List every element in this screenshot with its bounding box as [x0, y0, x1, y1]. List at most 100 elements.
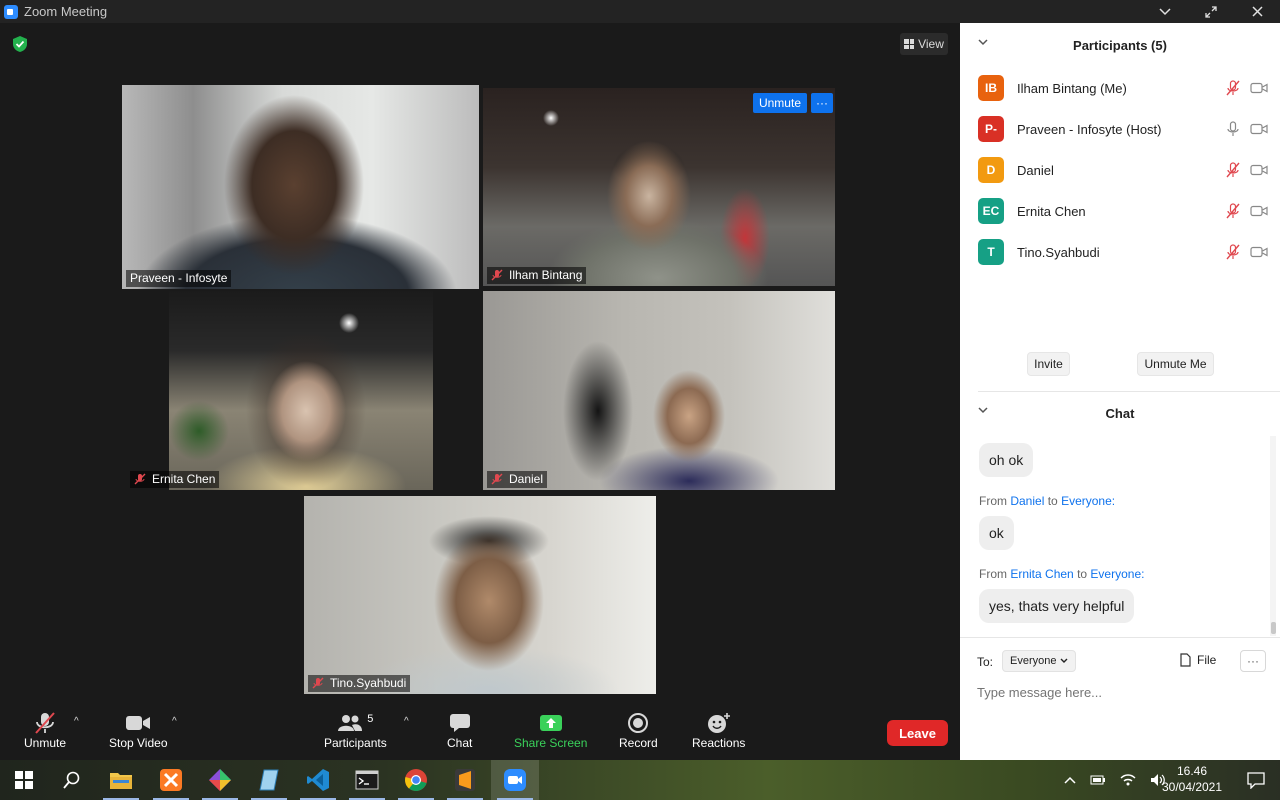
system-clock[interactable]: 16.46 30/04/2021: [1152, 763, 1232, 795]
video-camera-icon[interactable]: [1250, 123, 1268, 135]
participants-count: 5: [367, 713, 374, 725]
search-button[interactable]: [48, 760, 96, 800]
participant-name-label: Praveen - Infosyte: [126, 270, 232, 287]
participant-name-label: Daniel: [487, 471, 548, 488]
unmute-participant-button[interactable]: Unmute: [752, 93, 807, 113]
chevron-up-icon[interactable]: [1064, 776, 1076, 784]
mic-muted-icon[interactable]: [1226, 203, 1240, 219]
participants-panel-title: Participants (5): [1073, 37, 1167, 53]
chevron-down-icon: [1159, 7, 1171, 15]
taskbar-gitkraken[interactable]: [196, 760, 244, 800]
chat-message: ok: [979, 516, 1014, 550]
chevron-down-icon[interactable]: [978, 37, 988, 47]
window-title: Zoom Meeting: [24, 4, 108, 19]
participant-row[interactable]: D Daniel: [978, 157, 1268, 183]
mic-muted-icon: [35, 712, 55, 734]
sender-link[interactable]: Daniel: [1010, 494, 1044, 508]
wifi-icon[interactable]: [1120, 773, 1136, 787]
view-button[interactable]: View: [900, 33, 948, 55]
video-tile-daniel[interactable]: Daniel: [483, 291, 835, 490]
recipient-select[interactable]: Everyone: [1002, 650, 1077, 672]
mic-muted-icon: [134, 473, 146, 485]
video-tile-tino[interactable]: Tino.Syahbudi: [304, 496, 656, 694]
mic-muted-icon: [491, 269, 503, 281]
xampp-icon: [160, 769, 182, 791]
taskbar-vscode[interactable]: [294, 760, 342, 800]
stop-video-button[interactable]: Stop Video: [109, 710, 168, 750]
scrollbar-thumb[interactable]: [1271, 622, 1276, 634]
unmute-button[interactable]: Unmute: [24, 710, 66, 750]
mic-muted-icon[interactable]: [1226, 80, 1240, 96]
taskbar-xampp[interactable]: [147, 760, 195, 800]
taskbar-zoom[interactable]: [491, 760, 539, 800]
notification-icon: [1247, 772, 1265, 789]
chat-message-input[interactable]: [977, 682, 1267, 702]
maximize-button[interactable]: [1188, 0, 1234, 23]
mic-muted-icon[interactable]: [1226, 244, 1240, 260]
close-icon: [1251, 6, 1263, 17]
video-camera-icon[interactable]: [1250, 246, 1268, 258]
minimize-button[interactable]: [1142, 0, 1188, 23]
battery-icon[interactable]: [1090, 775, 1106, 785]
participant-row[interactable]: P- Praveen - Infosyte (Host): [978, 116, 1268, 142]
recipient-link[interactable]: Everyone:: [1090, 567, 1144, 581]
reactions-button[interactable]: Reactions: [692, 710, 745, 750]
participant-row[interactable]: IB Ilham Bintang (Me): [978, 75, 1268, 101]
close-button[interactable]: [1234, 0, 1280, 23]
audio-options-caret[interactable]: ^: [74, 716, 79, 727]
video-feed: [483, 291, 835, 490]
title-bar: Zoom Meeting: [0, 0, 1280, 23]
taskbar-notepad[interactable]: [245, 760, 293, 800]
avatar: EC: [978, 198, 1004, 224]
taskbar-chrome[interactable]: [392, 760, 440, 800]
shield-check-icon[interactable]: [12, 35, 28, 53]
side-panel: Participants (5) IB Ilham Bintang (Me) P- P…: [960, 23, 1280, 760]
leave-button[interactable]: Leave: [887, 720, 948, 746]
participant-name: Ernita Chen: [1017, 203, 1086, 219]
participants-panel-header: Participants (5): [960, 23, 1280, 67]
participants-options-caret[interactable]: ^: [404, 716, 409, 727]
participant-row[interactable]: EC Ernita Chen: [978, 198, 1268, 224]
participant-row[interactable]: T Tino.Syahbudi: [978, 239, 1268, 265]
notifications-button[interactable]: [1232, 760, 1280, 800]
mic-muted-icon[interactable]: [1226, 162, 1240, 178]
video-options-caret[interactable]: ^: [172, 716, 177, 727]
taskbar-file-explorer[interactable]: [97, 760, 145, 800]
share-screen-button[interactable]: Share Screen: [514, 710, 587, 750]
file-button[interactable]: File: [1180, 653, 1216, 667]
system-tray: [1064, 760, 1166, 800]
chat-button[interactable]: Chat: [447, 710, 472, 750]
video-tile-praveen[interactable]: Praveen - Infosyte: [122, 85, 479, 289]
video-feed: [304, 496, 656, 694]
to-label: To:: [977, 655, 994, 669]
chat-scrollbar[interactable]: [1270, 436, 1276, 636]
participants-button[interactable]: 5 Participants: [324, 710, 387, 750]
video-camera-icon[interactable]: [1250, 205, 1268, 217]
start-button[interactable]: [0, 760, 48, 800]
invite-button[interactable]: Invite: [1027, 352, 1070, 376]
video-feed: [169, 291, 433, 490]
video-camera-icon[interactable]: [1250, 82, 1268, 94]
more-options-button[interactable]: ···: [811, 93, 833, 113]
recipient-link[interactable]: Everyone:: [1061, 494, 1115, 508]
mic-icon[interactable]: [1226, 121, 1240, 137]
avatar: T: [978, 239, 1004, 265]
unmute-me-button[interactable]: Unmute Me: [1137, 352, 1214, 376]
avatar: P-: [978, 116, 1004, 142]
video-tile-ilham[interactable]: Unmute ··· Ilham Bintang: [483, 88, 835, 286]
video-camera-icon[interactable]: [1250, 164, 1268, 176]
chat-panel-title: Chat: [1105, 405, 1135, 421]
chat-more-button[interactable]: ···: [1240, 650, 1266, 672]
sender-link[interactable]: Ernita Chen: [1010, 567, 1073, 581]
mic-muted-icon: [312, 677, 324, 689]
taskbar-terminal[interactable]: [343, 760, 391, 800]
taskbar-sublime[interactable]: [441, 760, 489, 800]
share-screen-icon: [539, 715, 562, 731]
record-button[interactable]: Record: [619, 710, 658, 750]
video-tile-ernita[interactable]: Ernita Chen: [126, 291, 479, 490]
windows-logo-icon: [15, 771, 33, 789]
mic-muted-icon: [491, 473, 503, 485]
avatar: D: [978, 157, 1004, 183]
chevron-down-icon: [1060, 658, 1068, 663]
chevron-down-icon[interactable]: [978, 405, 988, 415]
